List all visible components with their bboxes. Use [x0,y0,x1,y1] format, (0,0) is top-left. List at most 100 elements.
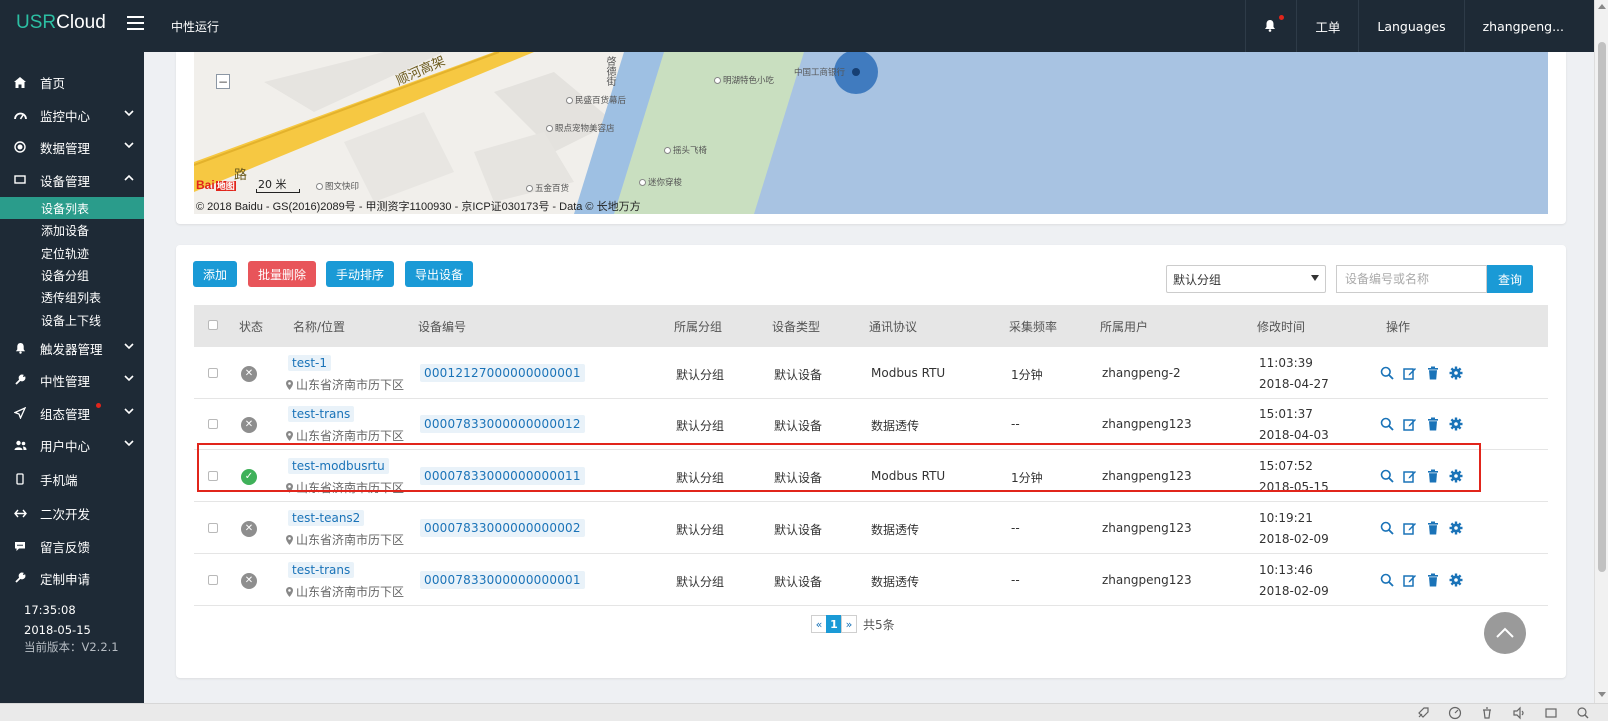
settings-button[interactable] [1448,572,1463,587]
sidebar-item-device[interactable]: 设备管理 [0,165,144,195]
row-checkbox[interactable] [208,471,218,481]
next-page-button[interactable]: » [841,615,857,633]
send-icon [13,406,27,420]
trash-icon[interactable] [1480,706,1494,720]
edit-button[interactable] [1402,468,1417,483]
sidebar-sub-device-group[interactable]: 设备分组 [0,264,144,286]
map-marker-icon [286,431,293,441]
device-number-link[interactable]: 00007833000000000012 [420,415,585,433]
manual-sort-button[interactable]: 手动排序 [326,261,395,287]
add-button[interactable]: 添加 [193,261,238,287]
work-order-link[interactable]: 工单 [1296,0,1358,52]
device-name-link[interactable]: test-1 [288,355,332,371]
sidebar-item-trigger[interactable]: 触发器管理 [0,333,144,363]
scroll-down-arrow-icon[interactable] [1598,692,1606,697]
search-icon[interactable] [1576,706,1590,720]
col-actions: 操作 [1386,320,1411,334]
row-checkbox[interactable] [208,523,218,533]
sidebar-item-user-center[interactable]: 用户中心 [0,430,144,460]
device-name-link[interactable]: test-trans [288,406,355,422]
sidebar-item-monitor[interactable]: 监控中心 [0,100,144,130]
sidebar-sub-device-list[interactable]: 设备列表 [0,197,144,219]
trash-icon [1427,366,1438,379]
sidebar-item-home[interactable]: 首页 [0,67,144,97]
delete-button[interactable] [1425,572,1440,587]
edit-button[interactable] [1402,572,1417,587]
rocket-icon[interactable] [1416,706,1430,720]
sidebar-item-feedback[interactable]: 留言反馈 [0,531,144,561]
delete-button[interactable] [1425,365,1440,380]
device-name-link[interactable]: test-teans2 [288,510,365,526]
speed-icon[interactable] [1448,706,1462,720]
languages-menu[interactable]: Languages [1358,0,1463,52]
gear-icon [1449,573,1462,586]
logo[interactable]: USRCloud [16,12,106,34]
tools-icon [13,373,27,387]
window-icon[interactable] [1544,706,1558,720]
edit-button[interactable] [1402,416,1417,431]
edit-button[interactable] [1402,520,1417,535]
view-button[interactable] [1379,572,1394,587]
settings-button[interactable] [1448,468,1463,483]
sidebar-sub-transparent-group[interactable]: 透传组列表 [0,286,144,308]
vertical-scrollbar[interactable] [1594,0,1608,703]
back-to-top-button[interactable] [1484,612,1526,654]
sidebar-item-mobile[interactable]: 手机端 [0,464,144,494]
scroll-up-arrow-icon[interactable] [1598,4,1606,9]
sidebar-sub-add-device[interactable]: 添加设备 [0,219,144,241]
device-name-link[interactable]: test-modbusrtu [288,458,389,474]
sidebar-item-neutral[interactable]: 中性管理 [0,365,144,395]
zoom-out-button[interactable]: − [216,74,230,89]
row-checkbox[interactable] [208,575,218,585]
device-number-link[interactable]: 00007833000000000001 [420,571,585,589]
delete-button[interactable] [1425,520,1440,535]
search-input[interactable] [1336,265,1487,293]
sidebar-item-config[interactable]: 组态管理 [0,398,144,428]
view-button[interactable] [1379,468,1394,483]
notification-button[interactable] [1245,0,1296,52]
edit-button[interactable] [1402,365,1417,380]
row-checkbox[interactable] [208,419,218,429]
bell-icon [1264,15,1285,33]
view-button[interactable] [1379,520,1394,535]
col-modified: 修改时间 [1257,320,1306,334]
device-number-link[interactable]: 00007833000000000011 [420,467,585,485]
settings-button[interactable] [1448,365,1463,380]
view-button[interactable] [1379,416,1394,431]
sidebar-sub-device-online[interactable]: 设备上下线 [0,309,144,331]
map-marker-icon [286,587,293,597]
user-menu[interactable]: zhangpeng... [1463,0,1594,52]
group-select[interactable]: 默认分组 [1166,265,1326,293]
export-devices-button[interactable]: 导出设备 [405,261,474,287]
sidebar-item-dev[interactable]: 二次开发 [0,498,144,528]
sidebar-item-data[interactable]: 数据管理 [0,132,144,162]
device-number-link[interactable]: 00007833000000000002 [420,519,585,537]
prev-page-button[interactable]: « [811,615,827,633]
device-number-link[interactable]: 00012127000000000001 [420,364,585,382]
sidebar-sub-location-track[interactable]: 定位轨迹 [0,242,144,264]
volume-icon[interactable] [1512,706,1526,720]
config-alert-dot [96,403,101,408]
map-view[interactable]: − 顺河高架 路 啓德街 民盛百货幕后 眼点宠物美容店 图文快印 五金百货 摇头… [194,52,1548,214]
batch-delete-button[interactable]: 批量删除 [248,261,317,287]
settings-button[interactable] [1448,520,1463,535]
map-card: − 顺河高架 路 啓德街 民盛百货幕后 眼点宠物美容店 图文快印 五金百货 摇头… [176,52,1566,224]
menu-toggle-icon[interactable] [127,16,144,30]
search-button[interactable]: 查询 [1487,265,1533,293]
device-type: 默认设备 [774,419,823,433]
scroll-thumb[interactable] [1598,42,1606,572]
view-button[interactable] [1379,365,1394,380]
sidebar-item-custom[interactable]: 定制申请 [0,563,144,593]
page-1-button[interactable]: 1 [826,615,842,633]
settings-button[interactable] [1448,416,1463,431]
device-name-link[interactable]: test-trans [288,562,355,578]
modified-date: 2018-02-09 [1259,532,1329,546]
delete-button[interactable] [1425,416,1440,431]
row-checkbox[interactable] [208,368,218,378]
notification-dot [1279,15,1285,20]
select-all-checkbox[interactable] [208,320,218,330]
device-group: 默认分组 [676,523,725,537]
delete-button[interactable] [1425,468,1440,483]
status-offline-icon: ✕ [241,573,257,589]
row-actions [1379,520,1463,535]
